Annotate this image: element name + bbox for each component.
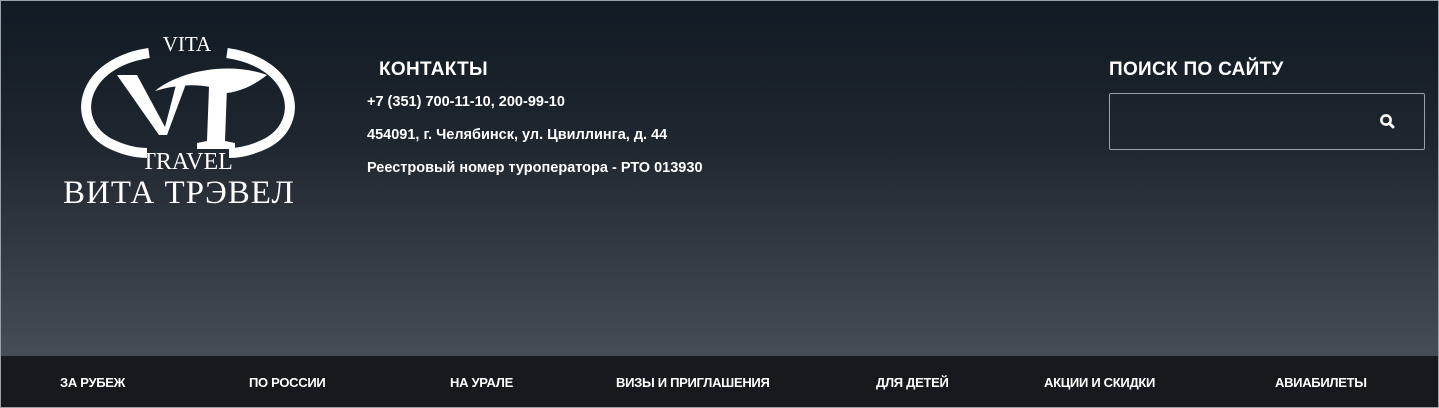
page: VITA TRAVEL ВИТА ТРЭВЕЛ КОНТАКТЫ +7 (351… (0, 0, 1439, 408)
search-box (1109, 93, 1425, 150)
contacts-address: 454091, г. Челябинск, ул. Цвиллинга, д. … (367, 127, 668, 143)
nav-item-ural[interactable]: НА УРАЛЕ (450, 375, 513, 390)
logo-russian-name: ВИТА ТРЭВЕЛ (63, 175, 295, 211)
contacts-phone[interactable]: +7 (351) 700-11-10, 200-99-10 (367, 93, 703, 111)
logo-travel-text: TRAVEL (141, 149, 233, 171)
site-header: VITA TRAVEL ВИТА ТРЭВЕЛ КОНТАКТЫ +7 (351… (1, 1, 1438, 356)
search-icon (1380, 114, 1395, 129)
main-nav: ЗА РУБЕЖ ПО РОССИИ НА УРАЛЕ ВИЗЫ И ПРИГЛ… (1, 356, 1438, 407)
nav-item-flights[interactable]: АВИАБИЛЕТЫ (1275, 375, 1367, 390)
contacts-block: КОНТАКТЫ +7 (351) 700-11-10, 200-99-10 4… (367, 59, 703, 192)
nav-item-russia[interactable]: ПО РОССИИ (249, 375, 326, 390)
contacts-registry: Реестровый номер туроператора - РТО 0139… (367, 160, 703, 176)
search-input[interactable] (1110, 94, 1360, 149)
nav-item-kids[interactable]: ДЛЯ ДЕТЕЙ (876, 375, 949, 390)
site-logo[interactable]: VITA TRAVEL ВИТА ТРЭВЕЛ (59, 31, 319, 216)
nav-item-abroad[interactable]: ЗА РУБЕЖ (60, 375, 125, 390)
nav-item-promotions[interactable]: АКЦИИ И СКИДКИ (1044, 375, 1155, 390)
vt-monogram-icon: VITA TRAVEL (81, 32, 295, 171)
contacts-title: КОНТАКТЫ (379, 59, 488, 80)
site-search: ПОИСК ПО САЙТУ (1109, 59, 1427, 150)
search-title: ПОИСК ПО САЙТУ (1109, 59, 1284, 80)
logo-vita-text: VITA (163, 32, 212, 56)
search-button[interactable] (1378, 112, 1398, 132)
nav-item-visas[interactable]: ВИЗЫ И ПРИГЛАШЕНИЯ (616, 375, 770, 390)
